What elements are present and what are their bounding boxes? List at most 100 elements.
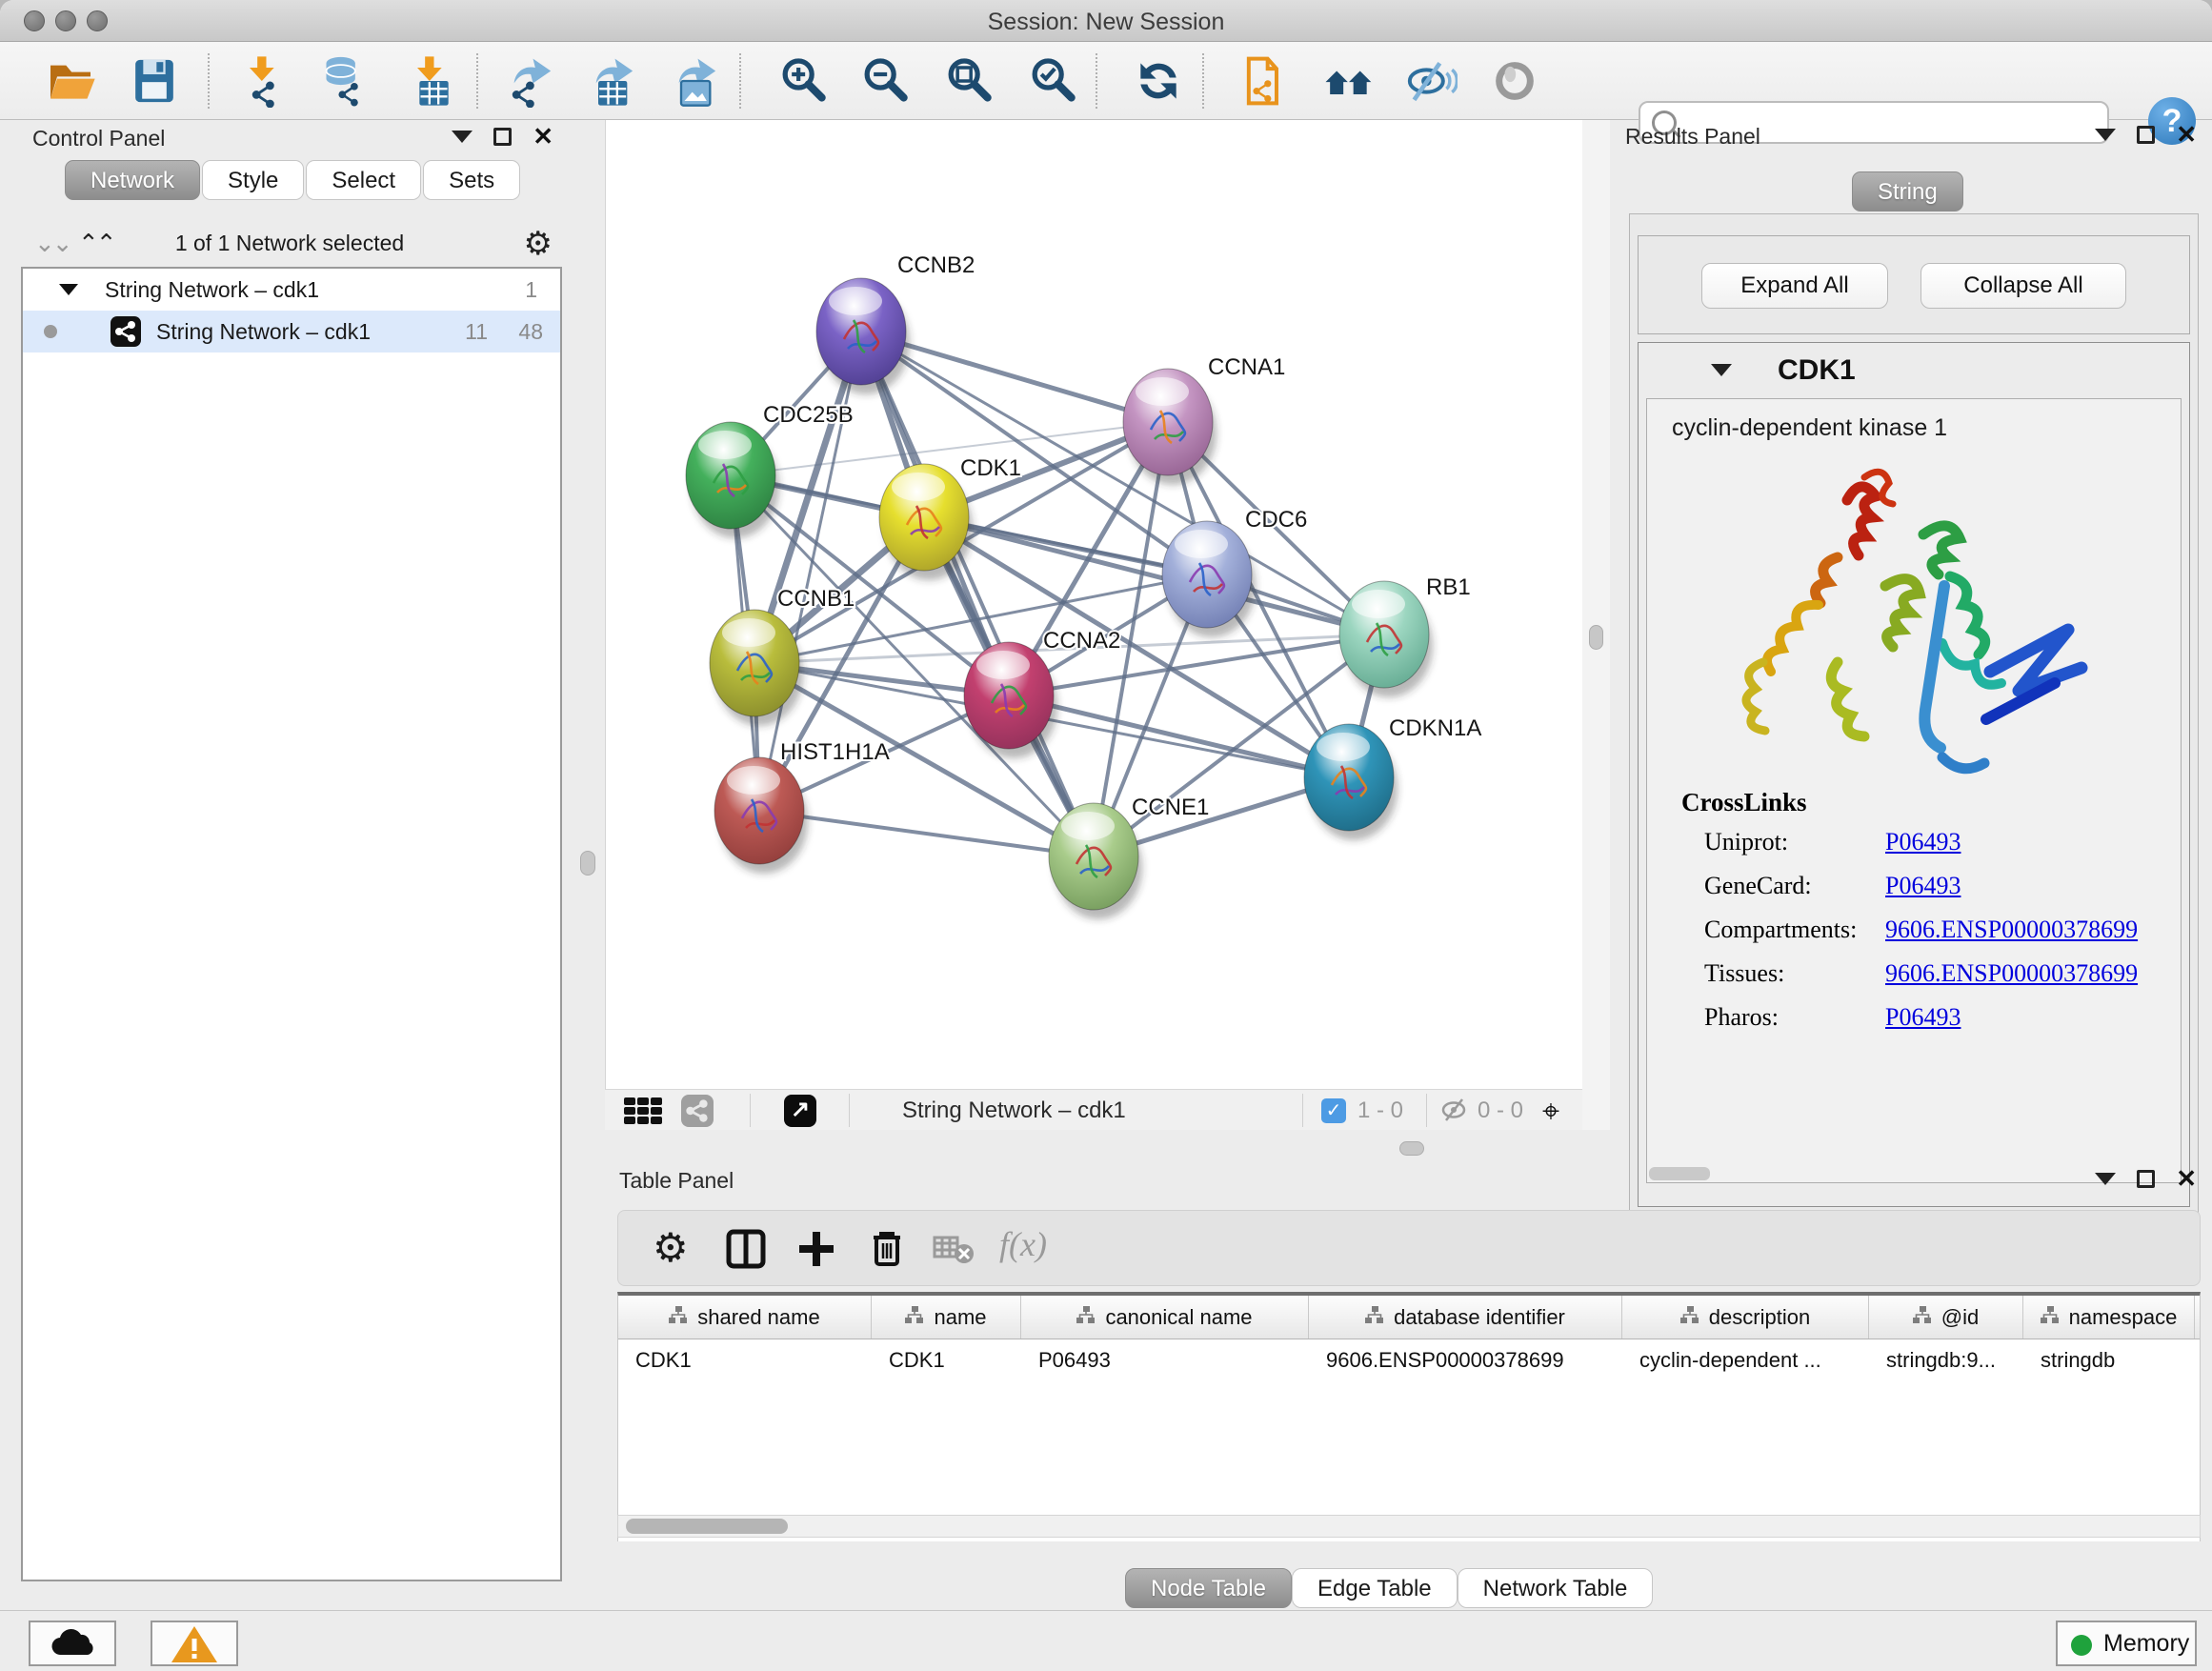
tab-network-table[interactable]: Network Table xyxy=(1458,1568,1654,1608)
zoom-selected-icon[interactable] xyxy=(1027,54,1080,108)
panel-menu-icon[interactable] xyxy=(452,131,473,143)
panel-menu-icon[interactable] xyxy=(2095,129,2116,141)
warning-status-button[interactable] xyxy=(151,1621,238,1666)
show-columns-icon[interactable] xyxy=(721,1224,771,1274)
crosslink-link[interactable]: 9606.ENSP00000378699 xyxy=(1885,959,2138,988)
panel-menu-icon[interactable] xyxy=(2095,1173,2116,1185)
crosslink-row: Pharos:P06493 xyxy=(1704,1003,2162,1032)
zoom-out-icon[interactable] xyxy=(859,54,913,108)
crosslink-link[interactable]: P06493 xyxy=(1885,828,1961,856)
hide-selection-icon[interactable] xyxy=(1404,54,1458,108)
import-network-from-database-icon[interactable] xyxy=(316,54,370,108)
float-panel-icon[interactable] xyxy=(2137,1170,2155,1188)
close-panel-icon[interactable]: ✕ xyxy=(2176,126,2197,144)
network-node-CDC6[interactable]: CDC6 xyxy=(1162,507,1307,637)
table-row[interactable]: CDK1CDK1P064939606.ENSP00000378699cyclin… xyxy=(618,1339,2200,1381)
memory-button[interactable]: Memory xyxy=(2056,1621,2197,1666)
network-node-CCNB1[interactable]: CCNB1 xyxy=(710,586,855,726)
network-view-canvas[interactable]: CCNB2 CCNA1 CDC25B CDK1 CDC6 RB1 CCNB1 xyxy=(605,120,1582,1089)
network-options-gear-icon[interactable]: ⚙ xyxy=(524,225,553,263)
column-label: name xyxy=(934,1305,986,1330)
network-edge[interactable] xyxy=(759,811,1094,856)
export-network-icon[interactable] xyxy=(503,54,556,108)
selected-checkbox-icon[interactable]: ✓ xyxy=(1321,1098,1346,1123)
horizontal-splitter-handle[interactable] xyxy=(1399,1141,1424,1156)
close-panel-icon[interactable]: ✕ xyxy=(533,128,553,146)
network-node-CDC25B[interactable]: CDC25B xyxy=(686,402,854,538)
cell-name[interactable]: CDK1 xyxy=(872,1339,1021,1381)
fit-selected-crosshair-icon[interactable]: ⌖ xyxy=(1542,1094,1559,1130)
cell-shared-name[interactable]: CDK1 xyxy=(618,1339,872,1381)
open-session-icon[interactable] xyxy=(44,54,97,108)
highlight-selection-icon[interactable] xyxy=(1488,54,1541,108)
network-row-selected[interactable]: String Network – cdk1 11 48 xyxy=(23,311,560,352)
import-table-from-file-icon[interactable] xyxy=(404,54,457,108)
column-header-shared-name[interactable]: shared name xyxy=(618,1296,872,1339)
save-session-icon[interactable] xyxy=(128,54,181,108)
open-in-window-icon[interactable]: ↗ xyxy=(784,1095,816,1127)
function-builder-icon[interactable]: f(x) xyxy=(999,1224,1047,1264)
cell-canonical-name[interactable]: P06493 xyxy=(1021,1339,1309,1381)
table-settings-gear-icon[interactable]: ⚙ xyxy=(653,1224,702,1274)
export-image-icon[interactable] xyxy=(668,54,721,108)
create-column-plus-icon[interactable] xyxy=(792,1224,841,1274)
delete-column-trash-icon[interactable] xyxy=(862,1224,912,1274)
tab-network[interactable]: Network xyxy=(65,160,200,200)
float-panel-icon[interactable] xyxy=(2137,126,2155,144)
network-node-CCNA1[interactable]: CCNA1 xyxy=(1123,354,1285,485)
column-header-database-identifier[interactable]: database identifier xyxy=(1309,1296,1622,1339)
column-header--id[interactable]: @id xyxy=(1869,1296,2023,1339)
import-network-from-file-icon[interactable] xyxy=(236,54,290,108)
column-header-name[interactable]: name xyxy=(872,1296,1021,1339)
crosslink-link[interactable]: P06493 xyxy=(1885,872,1961,900)
column-header-canonical-name[interactable]: canonical name xyxy=(1021,1296,1309,1339)
zoom-fit-icon[interactable] xyxy=(943,54,996,108)
node-label: RB1 xyxy=(1426,574,1471,600)
collapse-entry-icon[interactable] xyxy=(1711,364,1732,376)
network-edge[interactable] xyxy=(861,332,1094,856)
expand-all-button[interactable]: Expand All xyxy=(1701,263,1888,309)
collapse-all-button[interactable]: Collapse All xyxy=(1920,263,2126,309)
crosslink-link[interactable]: 9606.ENSP00000378699 xyxy=(1885,916,2138,944)
left-splitter-handle[interactable] xyxy=(580,851,595,876)
scrollbar-thumb[interactable] xyxy=(626,1519,788,1534)
birdseye-grid-icon[interactable] xyxy=(624,1097,666,1124)
right-splitter-handle[interactable] xyxy=(1589,625,1603,650)
tab-style[interactable]: Style xyxy=(202,160,304,200)
tab-string[interactable]: String xyxy=(1852,171,1963,211)
table-horizontal-scrollbar[interactable] xyxy=(617,1515,2201,1538)
tab-select[interactable]: Select xyxy=(306,160,421,200)
gene-entry-header[interactable]: CDK1 xyxy=(1639,343,2189,398)
cloud-status-button[interactable] xyxy=(29,1621,116,1666)
cell-database-identifier[interactable]: 9606.ENSP00000378699 xyxy=(1309,1339,1622,1381)
column-header-description[interactable]: description xyxy=(1622,1296,1869,1339)
crosslink-link[interactable]: P06493 xyxy=(1885,1003,1961,1032)
network-node-CCNE1[interactable]: CCNE1 xyxy=(1049,795,1209,919)
tab-node-table[interactable]: Node Table xyxy=(1125,1568,1292,1608)
node-table[interactable]: shared name name canonical namedatabase id… xyxy=(617,1292,2201,1541)
delete-table-icon[interactable] xyxy=(929,1224,978,1274)
cell-namespace[interactable]: stringdb xyxy=(2023,1339,2195,1381)
network-node-HIST1H1A[interactable]: HIST1H1A xyxy=(714,739,890,874)
close-panel-icon[interactable]: ✕ xyxy=(2176,1170,2197,1188)
float-panel-icon[interactable] xyxy=(493,128,512,146)
cell-description[interactable]: cyclin-dependent ... xyxy=(1622,1339,1869,1381)
app-window: Session: New Session ? Control Panel ✕ N… xyxy=(0,0,2212,1671)
network-node-CDKN1A[interactable]: CDKN1A xyxy=(1304,715,1481,840)
horizontal-splitter[interactable] xyxy=(605,1130,2212,1166)
new-network-from-selection-icon[interactable] xyxy=(1237,54,1290,108)
first-neighbors-icon[interactable] xyxy=(1322,54,1376,108)
network-share-icon[interactable] xyxy=(681,1095,714,1127)
network-node-RB1[interactable]: RB1 xyxy=(1339,574,1471,697)
apply-layout-refresh-icon[interactable] xyxy=(1132,54,1185,108)
collapse-tree-icon[interactable] xyxy=(59,284,78,295)
network-collection-row[interactable]: String Network – cdk1 1 xyxy=(23,269,560,311)
zoom-in-icon[interactable] xyxy=(777,54,831,108)
tab-edge-table[interactable]: Edge Table xyxy=(1292,1568,1458,1608)
tab-sets[interactable]: Sets xyxy=(423,160,520,200)
export-table-icon[interactable] xyxy=(585,54,638,108)
network-node-CCNB2[interactable]: CCNB2 xyxy=(816,252,975,394)
column-header-namespace[interactable]: namespace xyxy=(2023,1296,2195,1339)
right-splitter[interactable] xyxy=(1582,120,1610,1130)
cell--id[interactable]: stringdb:9... xyxy=(1869,1339,2023,1381)
